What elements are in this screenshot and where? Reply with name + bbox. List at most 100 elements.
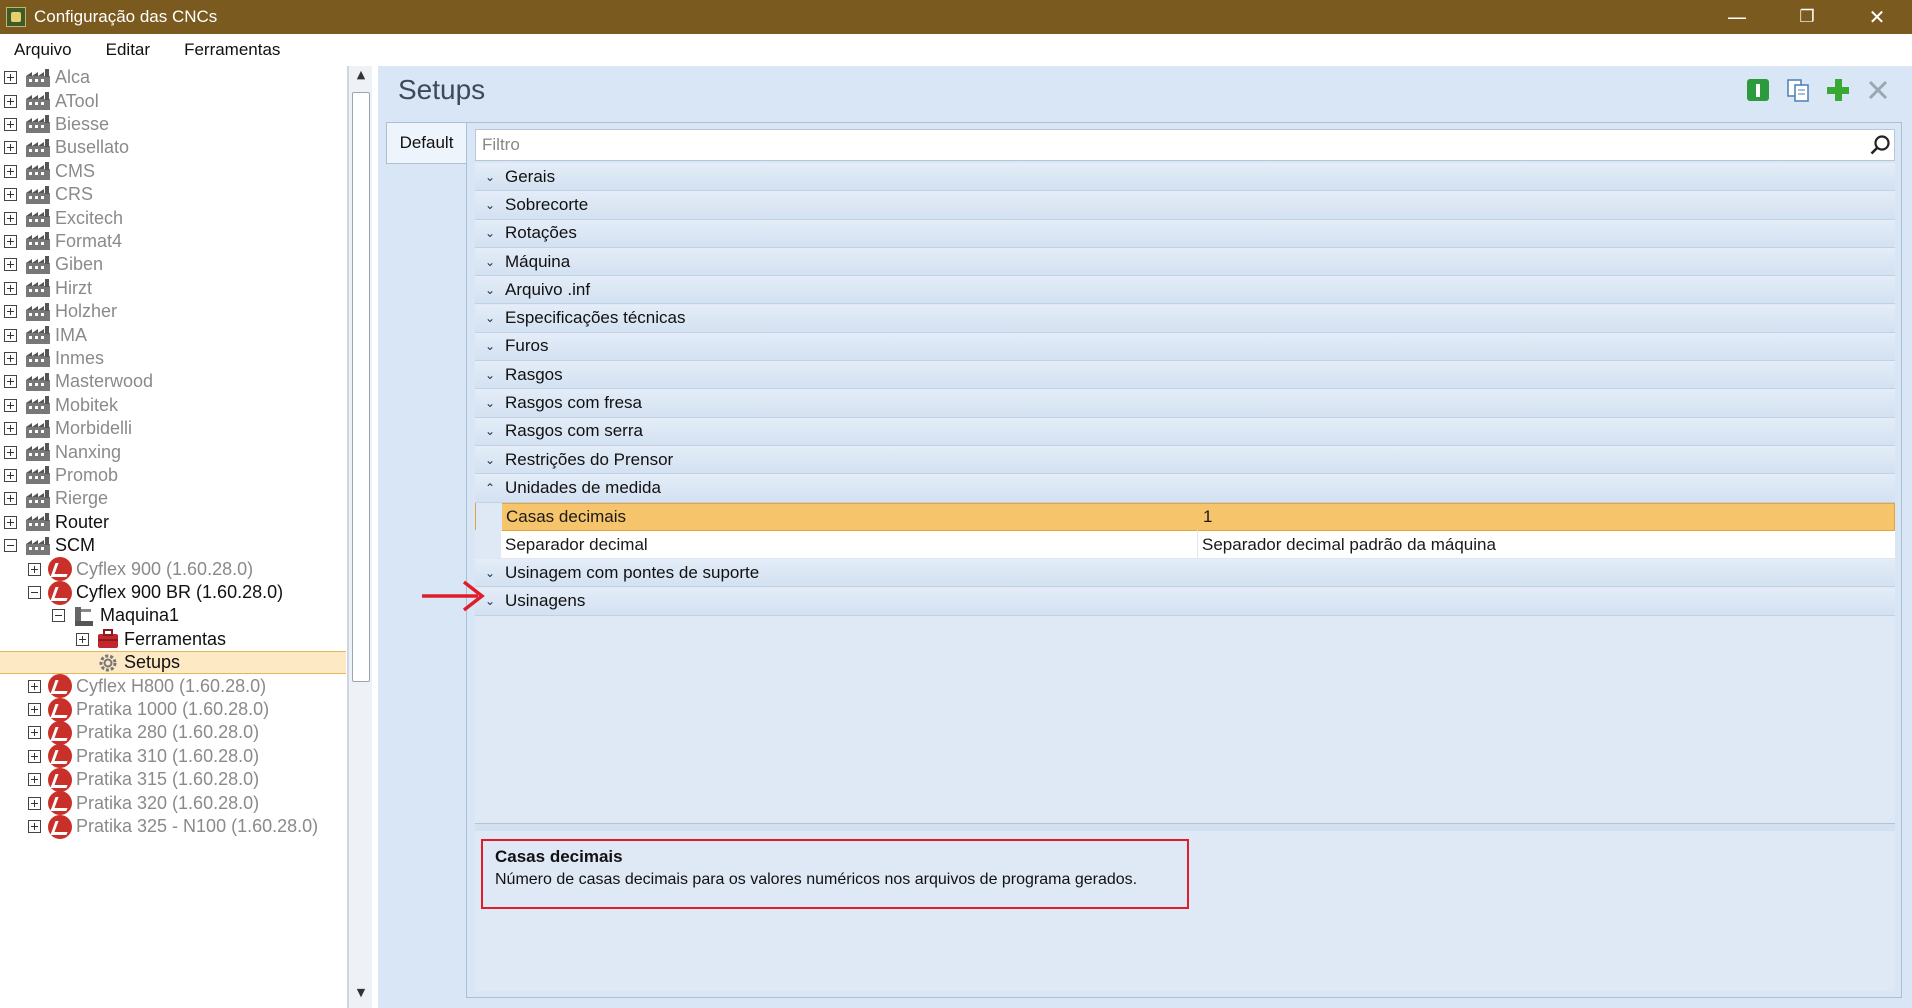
tree-item[interactable]: Router xyxy=(0,511,346,534)
expand-icon[interactable] xyxy=(4,188,17,202)
expand-icon[interactable] xyxy=(4,211,17,225)
expand-icon[interactable] xyxy=(28,773,41,787)
property-row[interactable]: Casas decimais 1 xyxy=(475,502,1895,531)
tree-item[interactable]: Masterwood xyxy=(0,370,346,393)
description-splitter[interactable] xyxy=(475,823,1895,831)
expand-icon[interactable] xyxy=(4,164,17,178)
tree-item[interactable]: CRS xyxy=(0,183,346,206)
menu-editar[interactable]: Editar xyxy=(106,40,150,60)
add-icon[interactable] xyxy=(1824,76,1852,104)
tree-item[interactable]: Pratika 315 (1.60.28.0) xyxy=(0,767,346,792)
copy-icon[interactable] xyxy=(1784,76,1812,104)
filter-input[interactable] xyxy=(476,131,1866,159)
tree-item[interactable]: Pratika 280 (1.60.28.0) xyxy=(0,720,346,745)
tree-item[interactable]: Ferramentas xyxy=(0,628,346,651)
category-row[interactable]: ⌄ Rasgos com serra xyxy=(475,417,1895,446)
search-icon[interactable] xyxy=(1866,131,1894,159)
expand-icon[interactable] xyxy=(4,281,17,295)
tree-item[interactable]: Biesse xyxy=(0,113,346,136)
close-button[interactable]: ✕ xyxy=(1842,0,1912,34)
tree-item[interactable]: Inmes xyxy=(0,347,346,370)
tree-item[interactable]: Busellato xyxy=(0,136,346,159)
expand-icon[interactable] xyxy=(4,445,17,459)
minimize-button[interactable]: — xyxy=(1702,0,1772,34)
tree-item[interactable]: Cyflex H800 (1.60.28.0) xyxy=(0,674,346,699)
expand-icon[interactable] xyxy=(4,117,17,131)
delete-icon[interactable] xyxy=(1864,76,1892,104)
chevron-up-icon[interactable]: ⌃ xyxy=(475,471,505,504)
expand-icon[interactable] xyxy=(4,305,17,319)
menu-ferramentas[interactable]: Ferramentas xyxy=(184,40,280,60)
tree-item[interactable]: SCM xyxy=(0,534,346,557)
expand-icon[interactable] xyxy=(4,351,17,365)
category-row[interactable]: ⌄ Sobrecorte xyxy=(475,191,1895,220)
collapse-icon[interactable] xyxy=(28,585,41,599)
category-row[interactable]: ⌄ Usinagem com pontes de suporte xyxy=(475,559,1895,588)
info-icon[interactable] xyxy=(1744,76,1772,104)
expand-icon[interactable] xyxy=(4,492,17,506)
cnc-tree[interactable]: Alca ATool Biesse Busellato CMS CRS Excitech Fo… xyxy=(0,66,348,1008)
tree-item[interactable]: Format4 xyxy=(0,230,346,253)
expand-icon[interactable] xyxy=(4,468,17,482)
tree-item[interactable]: Giben xyxy=(0,253,346,276)
expand-icon[interactable] xyxy=(4,398,17,412)
tree-item[interactable]: CMS xyxy=(0,160,346,183)
expand-icon[interactable] xyxy=(4,375,17,389)
expand-icon[interactable] xyxy=(4,422,17,436)
scroll-down-icon[interactable]: ▼ xyxy=(349,986,373,1008)
category-row[interactable]: ⌄ Usinagens xyxy=(475,587,1895,616)
category-row[interactable]: ⌄ Arquivo .inf xyxy=(475,276,1895,305)
category-row[interactable]: ⌄ Rotações xyxy=(475,219,1895,248)
tree-item[interactable]: Cyflex 900 (1.60.28.0) xyxy=(0,557,346,582)
category-row[interactable]: ⌄ Especificações técnicas xyxy=(475,304,1895,333)
tree-item[interactable]: Holzher xyxy=(0,300,346,323)
expand-icon[interactable] xyxy=(4,234,17,248)
expand-icon[interactable] xyxy=(4,141,17,155)
category-row[interactable]: ⌄ Restrições do Prensor xyxy=(475,446,1895,475)
category-row[interactable]: ⌄ Gerais xyxy=(475,163,1895,192)
tree-item[interactable]: Pratika 310 (1.60.28.0) xyxy=(0,744,346,769)
tree-item[interactable]: Excitech xyxy=(0,206,346,229)
collapse-icon[interactable] xyxy=(52,609,65,623)
expand-icon[interactable] xyxy=(4,94,17,108)
property-value[interactable]: 1 xyxy=(1199,503,1894,531)
tree-item[interactable]: Pratika 325 - N100 (1.60.28.0) xyxy=(0,814,346,839)
scroll-up-icon[interactable]: ▲ xyxy=(349,68,373,90)
tab-default[interactable]: Default xyxy=(386,122,466,164)
tree-item[interactable]: Pratika 1000 (1.60.28.0) xyxy=(0,697,346,722)
tree-item[interactable]: Rierge xyxy=(0,487,346,510)
expand-icon[interactable] xyxy=(28,796,41,810)
expand-icon[interactable] xyxy=(28,702,41,716)
category-row[interactable]: ⌄ Máquina xyxy=(475,247,1895,277)
category-row[interactable]: ⌃ Unidades de medida xyxy=(475,471,1895,504)
tree-item[interactable]: Hirzt xyxy=(0,277,346,300)
tree-item[interactable]: Cyflex 900 BR (1.60.28.0) xyxy=(0,580,346,605)
tree-item[interactable]: Alca xyxy=(0,66,346,89)
expand-icon[interactable] xyxy=(4,515,17,529)
category-row[interactable]: ⌄ Furos xyxy=(475,332,1895,362)
expand-icon[interactable] xyxy=(28,562,41,576)
tree-item[interactable]: Setups xyxy=(0,651,346,675)
collapse-icon[interactable] xyxy=(4,539,17,553)
expand-icon[interactable] xyxy=(4,328,17,342)
expand-icon[interactable] xyxy=(76,632,89,646)
tree-item[interactable]: Morbidelli xyxy=(0,417,346,440)
tree-item[interactable]: Nanxing xyxy=(0,440,346,463)
tree-scrollbar[interactable]: ▲ ▼ xyxy=(348,66,372,1008)
expand-icon[interactable] xyxy=(28,679,41,693)
menu-arquivo[interactable]: Arquivo xyxy=(14,40,72,60)
tree-item[interactable]: IMA xyxy=(0,323,346,346)
scrollbar-thumb[interactable] xyxy=(352,92,370,682)
tree-item[interactable]: ATool xyxy=(0,89,346,112)
tree-item[interactable]: Promob xyxy=(0,464,346,487)
expand-icon[interactable] xyxy=(4,258,17,272)
tree-item[interactable]: Maquina1 xyxy=(0,604,346,627)
expand-icon[interactable] xyxy=(28,726,41,740)
category-row[interactable]: ⌄ Rasgos xyxy=(475,361,1895,390)
maximize-button[interactable]: ❐ xyxy=(1772,0,1842,34)
tree-item[interactable]: Mobitek xyxy=(0,394,346,417)
expand-icon[interactable] xyxy=(4,71,17,85)
expand-icon[interactable] xyxy=(28,749,41,763)
property-row[interactable]: Separador decimal Separador decimal padrã… xyxy=(475,530,1895,560)
property-value[interactable]: Separador decimal padrão da máquina xyxy=(1198,530,1895,558)
